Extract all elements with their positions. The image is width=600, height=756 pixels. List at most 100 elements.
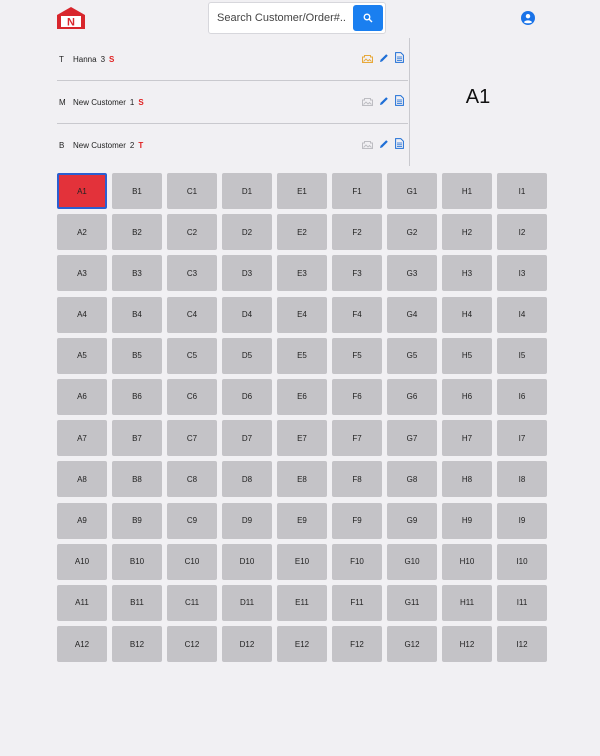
brand-logo[interactable]: N — [55, 6, 87, 30]
slot-cell-d12[interactable]: D12 — [222, 626, 272, 663]
slot-cell-g11[interactable]: G11 — [387, 584, 437, 621]
slot-cell-h5[interactable]: H5 — [442, 337, 492, 374]
slot-cell-a9[interactable]: A9 — [57, 502, 107, 539]
slot-cell-d11[interactable]: D11 — [222, 584, 272, 621]
slot-cell-a8[interactable]: A8 — [57, 461, 107, 498]
slot-cell-i5[interactable]: I5 — [497, 337, 547, 374]
slot-cell-b2[interactable]: B2 — [112, 214, 162, 251]
slot-cell-g8[interactable]: G8 — [387, 461, 437, 498]
slot-cell-g6[interactable]: G6 — [387, 378, 437, 415]
slot-cell-h4[interactable]: H4 — [442, 296, 492, 333]
slot-cell-e11[interactable]: E11 — [277, 584, 327, 621]
slot-cell-h3[interactable]: H3 — [442, 255, 492, 292]
slot-cell-e6[interactable]: E6 — [277, 378, 327, 415]
slot-cell-g2[interactable]: G2 — [387, 214, 437, 251]
slot-cell-f1[interactable]: F1 — [332, 173, 382, 209]
slot-cell-g10[interactable]: G10 — [387, 543, 437, 580]
document-icon[interactable] — [395, 95, 404, 106]
slot-cell-f10[interactable]: F10 — [332, 543, 382, 580]
slot-cell-b7[interactable]: B7 — [112, 420, 162, 457]
slot-cell-e9[interactable]: E9 — [277, 502, 327, 539]
slot-cell-i4[interactable]: I4 — [497, 296, 547, 333]
slot-cell-h9[interactable]: H9 — [442, 502, 492, 539]
slot-cell-c7[interactable]: C7 — [167, 420, 217, 457]
slot-cell-f7[interactable]: F7 — [332, 420, 382, 457]
account-circle-icon[interactable] — [521, 11, 535, 25]
slot-cell-c11[interactable]: C11 — [167, 584, 217, 621]
slot-cell-i1[interactable]: I1 — [497, 173, 547, 209]
slot-cell-c10[interactable]: C10 — [167, 543, 217, 580]
slot-cell-e1[interactable]: E1 — [277, 173, 327, 209]
slot-cell-b12[interactable]: B12 — [112, 626, 162, 663]
slot-cell-f4[interactable]: F4 — [332, 296, 382, 333]
slot-cell-f11[interactable]: F11 — [332, 584, 382, 621]
slot-cell-a2[interactable]: A2 — [57, 214, 107, 251]
slot-cell-f5[interactable]: F5 — [332, 337, 382, 374]
slot-cell-c2[interactable]: C2 — [167, 214, 217, 251]
search-button[interactable] — [353, 5, 383, 31]
slot-cell-d2[interactable]: D2 — [222, 214, 272, 251]
slot-cell-e4[interactable]: E4 — [277, 296, 327, 333]
slot-cell-b10[interactable]: B10 — [112, 543, 162, 580]
gallery-icon[interactable] — [362, 96, 373, 106]
search-input[interactable] — [213, 5, 349, 31]
order-row[interactable]: M New Customer 1 S — [57, 81, 408, 123]
document-icon[interactable] — [395, 52, 404, 63]
slot-cell-b6[interactable]: B6 — [112, 378, 162, 415]
slot-cell-i11[interactable]: I11 — [497, 584, 547, 621]
slot-cell-i6[interactable]: I6 — [497, 378, 547, 415]
slot-cell-c4[interactable]: C4 — [167, 296, 217, 333]
slot-cell-i10[interactable]: I10 — [497, 543, 547, 580]
slot-cell-d6[interactable]: D6 — [222, 378, 272, 415]
slot-cell-g4[interactable]: G4 — [387, 296, 437, 333]
pencil-icon[interactable] — [379, 96, 389, 106]
slot-cell-f12[interactable]: F12 — [332, 626, 382, 663]
slot-cell-c9[interactable]: C9 — [167, 502, 217, 539]
slot-cell-e3[interactable]: E3 — [277, 255, 327, 292]
slot-cell-a4[interactable]: A4 — [57, 296, 107, 333]
slot-cell-e5[interactable]: E5 — [277, 337, 327, 374]
slot-cell-f8[interactable]: F8 — [332, 461, 382, 498]
slot-cell-a6[interactable]: A6 — [57, 378, 107, 415]
slot-cell-g1[interactable]: G1 — [387, 173, 437, 209]
slot-cell-a7[interactable]: A7 — [57, 420, 107, 457]
slot-cell-b1[interactable]: B1 — [112, 173, 162, 209]
order-row[interactable]: B New Customer 2 T — [57, 124, 408, 166]
slot-cell-d3[interactable]: D3 — [222, 255, 272, 292]
slot-cell-c12[interactable]: C12 — [167, 626, 217, 663]
slot-cell-a10[interactable]: A10 — [57, 543, 107, 580]
slot-cell-i7[interactable]: I7 — [497, 420, 547, 457]
gallery-icon[interactable] — [362, 53, 373, 63]
slot-cell-a11[interactable]: A11 — [57, 584, 107, 621]
slot-cell-f2[interactable]: F2 — [332, 214, 382, 251]
slot-cell-d10[interactable]: D10 — [222, 543, 272, 580]
slot-cell-i3[interactable]: I3 — [497, 255, 547, 292]
slot-cell-c8[interactable]: C8 — [167, 461, 217, 498]
slot-cell-c5[interactable]: C5 — [167, 337, 217, 374]
slot-cell-h7[interactable]: H7 — [442, 420, 492, 457]
slot-cell-h2[interactable]: H2 — [442, 214, 492, 251]
slot-cell-b8[interactable]: B8 — [112, 461, 162, 498]
slot-cell-g5[interactable]: G5 — [387, 337, 437, 374]
slot-cell-a5[interactable]: A5 — [57, 337, 107, 374]
slot-cell-h11[interactable]: H11 — [442, 584, 492, 621]
slot-cell-d4[interactable]: D4 — [222, 296, 272, 333]
slot-cell-i9[interactable]: I9 — [497, 502, 547, 539]
slot-cell-c3[interactable]: C3 — [167, 255, 217, 292]
document-icon[interactable] — [395, 138, 404, 149]
slot-cell-f9[interactable]: F9 — [332, 502, 382, 539]
slot-cell-f3[interactable]: F3 — [332, 255, 382, 292]
slot-cell-h6[interactable]: H6 — [442, 378, 492, 415]
slot-cell-i12[interactable]: I12 — [497, 626, 547, 663]
slot-cell-e12[interactable]: E12 — [277, 626, 327, 663]
slot-cell-a3[interactable]: A3 — [57, 255, 107, 292]
gallery-icon[interactable] — [362, 139, 373, 149]
slot-cell-h12[interactable]: H12 — [442, 626, 492, 663]
slot-cell-h10[interactable]: H10 — [442, 543, 492, 580]
slot-cell-d5[interactable]: D5 — [222, 337, 272, 374]
slot-cell-b4[interactable]: B4 — [112, 296, 162, 333]
slot-cell-e8[interactable]: E8 — [277, 461, 327, 498]
order-row[interactable]: T Hanna 3 S — [57, 38, 408, 80]
slot-cell-g12[interactable]: G12 — [387, 626, 437, 663]
slot-cell-i8[interactable]: I8 — [497, 461, 547, 498]
